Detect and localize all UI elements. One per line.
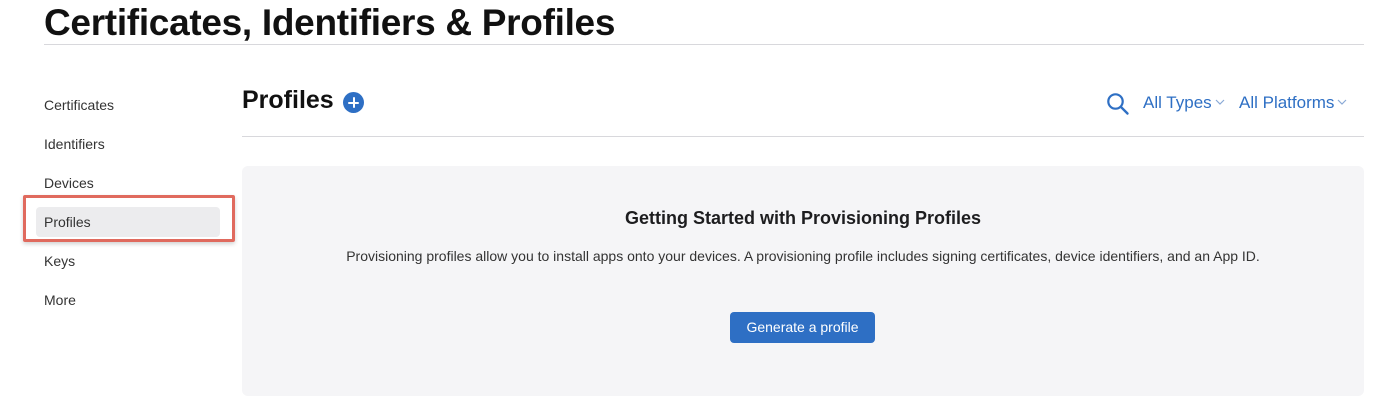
- sidebar-item-label: More: [44, 292, 76, 308]
- empty-state-title: Getting Started with Provisioning Profil…: [624, 208, 982, 228]
- chevron-down-icon: [1337, 99, 1347, 105]
- sidebar-item-profiles[interactable]: Profiles: [36, 207, 220, 237]
- chevron-down-icon: [1215, 99, 1225, 105]
- sidebar-item-label: Profiles: [44, 214, 91, 230]
- generate-profile-button[interactable]: Generate a profile: [730, 312, 875, 343]
- page-title: Certificates, Identifiers & Profiles: [44, 2, 616, 43]
- search-icon: [1107, 93, 1129, 115]
- sidebar-item-devices[interactable]: Devices: [36, 168, 220, 198]
- sidebar-item-label: Certificates: [44, 97, 115, 113]
- filter-all-types[interactable]: All Types: [1143, 90, 1225, 116]
- filter-type-label: All Types: [1143, 93, 1212, 112]
- sidebar-item-label: Keys: [44, 253, 76, 269]
- filter-all-platforms[interactable]: All Platforms: [1239, 90, 1347, 116]
- add-profile-button[interactable]: [343, 92, 364, 113]
- empty-state-description: Provisioning profiles allow you to insta…: [346, 248, 1260, 264]
- header-divider: [242, 136, 1364, 137]
- sidebar-item-label: Devices: [44, 175, 94, 191]
- sidebar-item-label: Identifiers: [44, 136, 105, 152]
- sidebar-item-keys[interactable]: Keys: [36, 246, 220, 276]
- title-divider: [44, 44, 1364, 45]
- search-button[interactable]: [1106, 92, 1130, 116]
- sidebar-item-identifiers[interactable]: Identifiers: [36, 129, 220, 159]
- sidebar-item-more[interactable]: More: [36, 285, 220, 315]
- section-title: Profiles: [242, 86, 334, 114]
- filter-platform-label: All Platforms: [1239, 93, 1335, 112]
- sidebar-item-certificates[interactable]: Certificates: [36, 90, 220, 120]
- empty-state-panel: Getting Started with Provisioning Profil…: [242, 166, 1364, 396]
